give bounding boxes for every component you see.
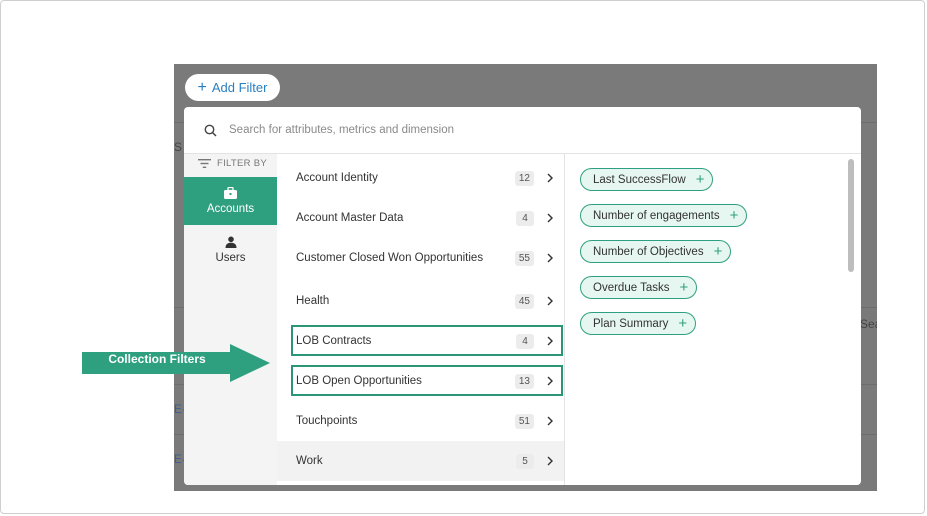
user-icon (225, 236, 236, 248)
field-chip-number-of-engagements[interactable]: Number of engagements + (580, 204, 748, 227)
category-label: Accounts (206, 203, 255, 215)
chevron-right-icon (547, 173, 553, 183)
group-label: Work (296, 455, 323, 467)
group-label: Account Identity (296, 172, 378, 184)
group-label: Account Master Data (296, 212, 404, 224)
field-chip-number-of-objectives[interactable]: Number of Objectives + (580, 240, 732, 263)
search-input[interactable] (227, 123, 751, 137)
plus-icon: + (729, 207, 739, 224)
count-badge: 45 (514, 293, 534, 309)
chevron-right-icon (547, 416, 553, 426)
field-label: Number of Objectives (593, 245, 704, 258)
highlight-box-lob-contracts (291, 325, 563, 356)
field-chip-last-successflow[interactable]: Last SuccessFlow + (580, 168, 714, 191)
group-label: Customer Closed Won Opportunities (296, 252, 484, 264)
count-badge: 12 (514, 170, 534, 186)
chevron-right-icon (547, 253, 553, 263)
group-list: Account Identity 12 Account Master Data … (277, 154, 565, 485)
filter-by-label: FILTER BY (217, 158, 268, 169)
group-item-customer-closed-won-opportunities[interactable]: Customer Closed Won Opportunities 55 (277, 238, 564, 278)
group-item-health[interactable]: Health 45 (277, 281, 564, 321)
count-badge: 5 (516, 453, 534, 469)
chevron-right-icon (547, 213, 553, 223)
plus-icon: + (695, 171, 705, 188)
chevron-right-icon (547, 456, 553, 466)
field-chip-plan-summary[interactable]: Plan Summary + (580, 312, 697, 335)
group-item-account-master-data[interactable]: Account Master Data 4 (277, 198, 564, 238)
field-list: Last SuccessFlow + Number of engagements… (565, 154, 861, 485)
category-accounts[interactable]: Accounts (184, 177, 277, 225)
filter-icon (198, 159, 211, 168)
filter-panel: FILTER BY Accounts Users Account Identit… (184, 107, 861, 485)
background-text: Sea (860, 317, 877, 331)
plus-icon: + (197, 78, 207, 96)
field-label: Overdue Tasks (593, 281, 670, 294)
group-label: Touchpoints (296, 415, 358, 427)
chevron-right-icon (547, 296, 553, 306)
category-users[interactable]: Users (184, 226, 277, 274)
plus-icon: + (679, 279, 689, 296)
background-text: S (174, 140, 183, 154)
briefcase-icon (224, 187, 237, 199)
group-item-account-identity[interactable]: Account Identity 12 (277, 158, 564, 198)
highlight-box-lob-open-opportunities (291, 365, 563, 396)
add-filter-label: Add Filter (211, 80, 268, 95)
field-label: Last SuccessFlow (593, 173, 686, 186)
group-item-touchpoints[interactable]: Touchpoints 51 (277, 401, 564, 441)
count-badge: 4 (516, 210, 534, 226)
field-chip-overdue-tasks[interactable]: Overdue Tasks + (580, 276, 698, 299)
filter-by-header: FILTER BY (198, 158, 267, 169)
group-item-work[interactable]: Work 5 (277, 441, 564, 481)
plus-icon: + (713, 243, 723, 260)
annotation-label: Collection Filters (108, 352, 206, 366)
field-label: Plan Summary (593, 317, 669, 330)
count-badge: 55 (514, 250, 534, 266)
category-label: Users (215, 252, 246, 264)
plus-icon: + (678, 315, 688, 332)
scrollbar[interactable] (848, 159, 854, 272)
add-filter-button[interactable]: + Add Filter (185, 74, 280, 101)
search-bar (184, 107, 861, 154)
field-label: Number of engagements (593, 209, 720, 222)
count-badge: 51 (514, 413, 534, 429)
group-label: Health (296, 295, 330, 307)
search-icon (204, 124, 217, 137)
